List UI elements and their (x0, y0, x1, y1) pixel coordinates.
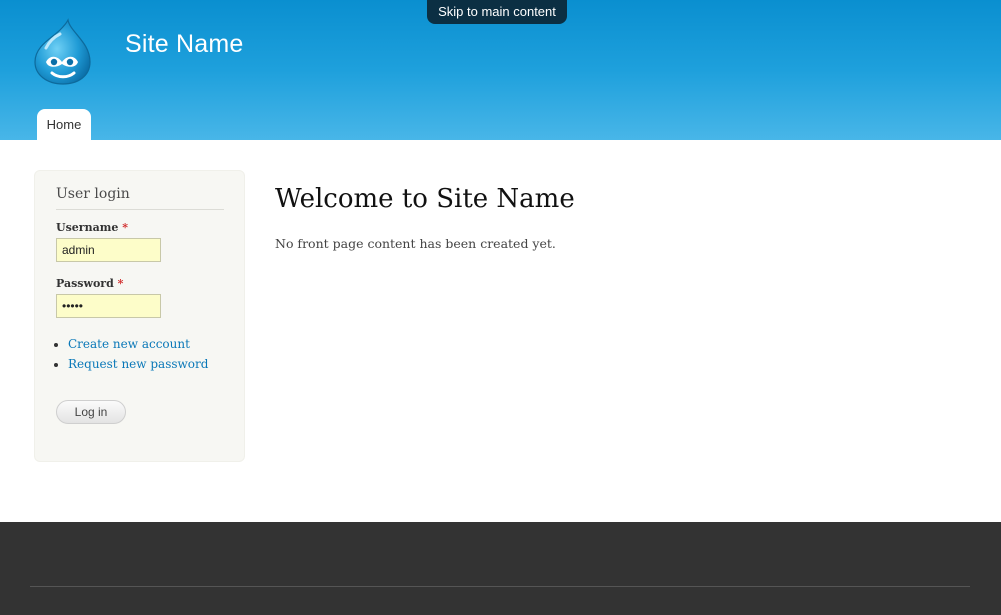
page-body-text: No front page content has been created y… (275, 236, 556, 251)
create-new-account-link[interactable]: Create new account (68, 337, 190, 351)
password-input[interactable] (56, 294, 161, 318)
username-input[interactable] (56, 238, 161, 262)
footer-divider (30, 586, 970, 587)
password-label-text: Password (56, 277, 114, 290)
username-label-text: Username (56, 221, 119, 234)
required-marker: * (122, 221, 128, 234)
drupal-drop-logo-icon[interactable] (32, 18, 94, 86)
skip-to-main-content-link[interactable]: Skip to main content (427, 0, 567, 24)
user-login-block: User login Username * Password * Create … (34, 170, 245, 462)
block-title: User login (56, 186, 224, 210)
login-links-list: Create new account Request new password (53, 334, 208, 374)
username-label: Username * (56, 221, 128, 234)
list-item: Request new password (53, 354, 208, 374)
log-in-button[interactable]: Log in (56, 400, 126, 424)
site-name[interactable]: Site Name (125, 30, 244, 59)
site-footer (0, 522, 1001, 615)
required-marker: * (117, 277, 124, 290)
nav-tab-home[interactable]: Home (37, 109, 91, 140)
password-label: Password * (56, 277, 123, 290)
site-header: Skip to main content Site Name Home (0, 0, 1001, 140)
request-new-password-link[interactable]: Request new password (68, 357, 208, 371)
list-item: Create new account (53, 334, 208, 354)
page-title: Welcome to Site Name (275, 184, 575, 214)
